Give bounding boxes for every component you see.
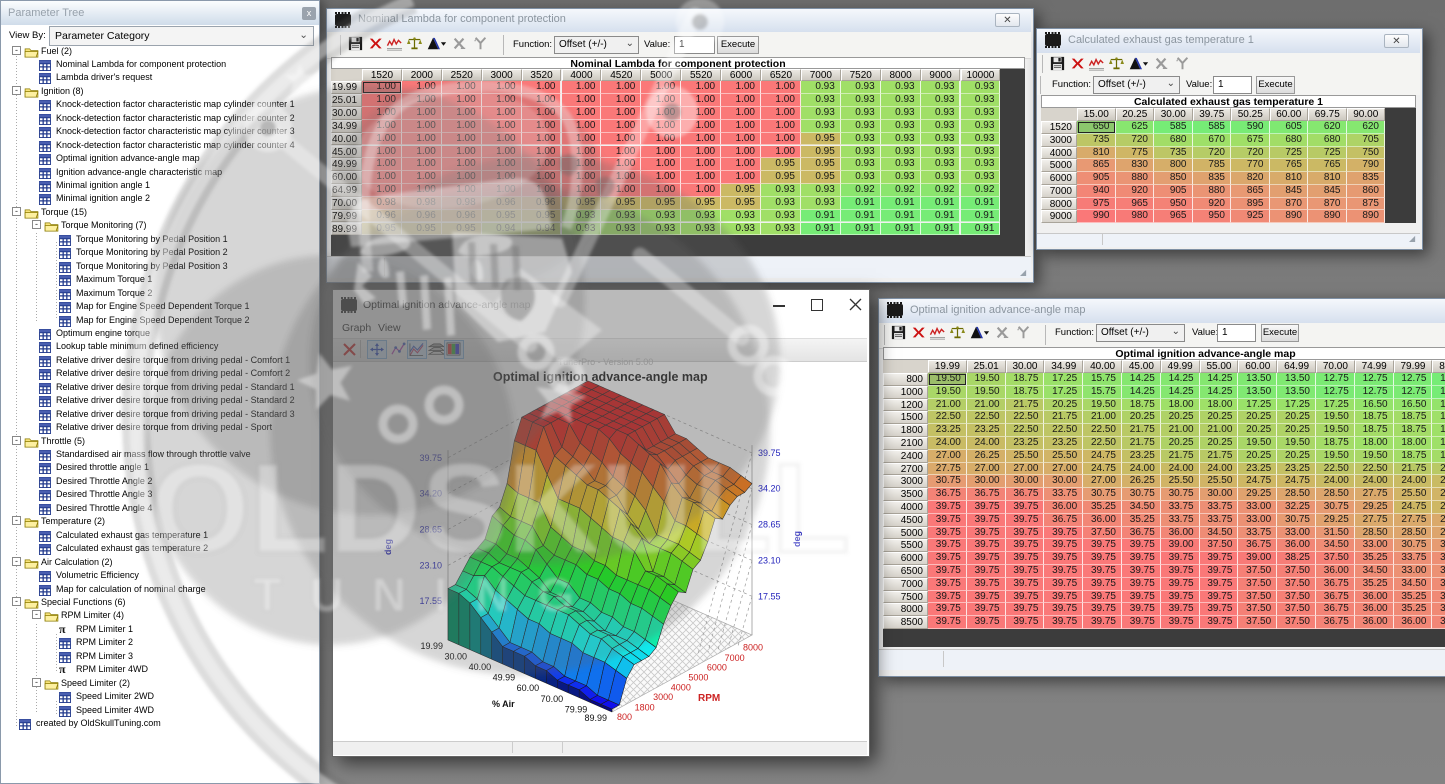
- svg-text:RPM: RPM: [698, 693, 720, 704]
- svg-text:4000: 4000: [671, 682, 691, 692]
- svg-text:28.65: 28.65: [419, 525, 442, 535]
- svg-text:39.75: 39.75: [758, 448, 781, 458]
- svg-text:deg: deg: [792, 531, 802, 547]
- svg-text:40.00: 40.00: [469, 662, 492, 672]
- svg-text:70.00: 70.00: [541, 694, 564, 704]
- svg-text:23.10: 23.10: [758, 555, 781, 565]
- svg-text:17.55: 17.55: [419, 596, 442, 606]
- svg-text:17.55: 17.55: [758, 591, 781, 601]
- svg-text:89.99: 89.99: [584, 713, 607, 723]
- svg-text:800: 800: [617, 712, 632, 722]
- svg-text:deg: deg: [383, 539, 393, 555]
- svg-text:60.00: 60.00: [517, 683, 540, 693]
- svg-text:6000: 6000: [707, 663, 727, 673]
- svg-text:3000: 3000: [653, 692, 673, 702]
- svg-text:23.10: 23.10: [419, 560, 442, 570]
- svg-text:34.20: 34.20: [419, 489, 442, 499]
- svg-text:8000: 8000: [743, 643, 763, 653]
- svg-text:5000: 5000: [688, 673, 708, 683]
- svg-text:34.20: 34.20: [758, 484, 781, 494]
- svg-text:19.99: 19.99: [420, 641, 443, 651]
- svg-text:% Air: % Air: [492, 699, 515, 709]
- svg-text:39.75: 39.75: [419, 453, 442, 463]
- svg-text:1800: 1800: [635, 702, 655, 712]
- svg-text:30.00: 30.00: [444, 652, 467, 662]
- svg-text:28.65: 28.65: [758, 520, 781, 530]
- svg-text:7000: 7000: [725, 653, 745, 663]
- svg-text:49.99: 49.99: [493, 673, 516, 683]
